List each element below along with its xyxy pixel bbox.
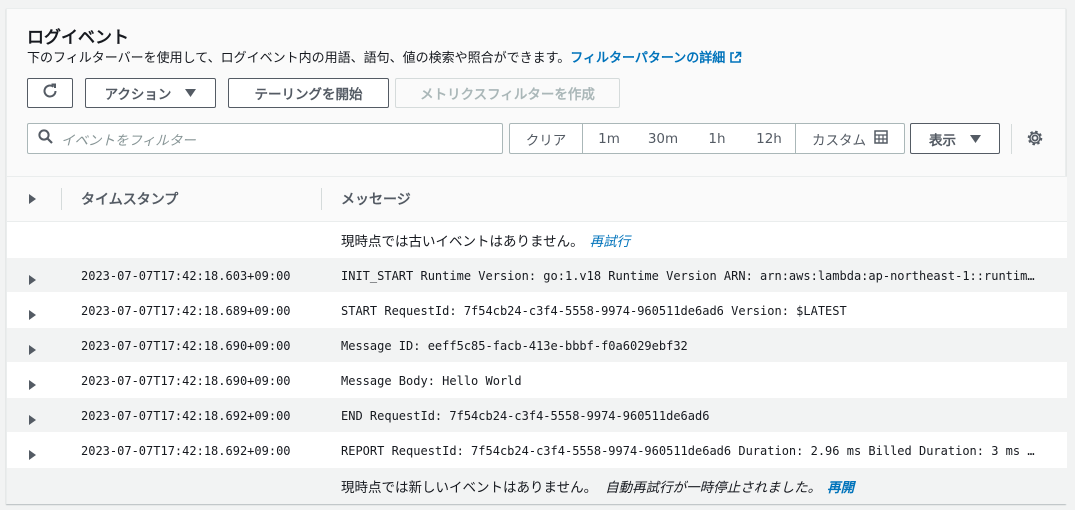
newer-events-text: 現時点では新しいイベントはありません。: [341, 480, 598, 496]
row-message: Message Body: Hello World: [341, 373, 522, 388]
auto-retry-paused-text: 自動再試行が一時停止されました。: [605, 480, 822, 496]
caret-down-icon: [970, 131, 981, 147]
table-row[interactable]: 2023-07-07T17:42:18.692+09:00 END Reques…: [7, 398, 1067, 433]
row-message: Message ID: eeff5c85-facb-413e-bbbf-f0a6…: [341, 338, 688, 353]
custom-range-label: カスタム: [812, 132, 866, 149]
custom-range-button[interactable]: カスタム: [795, 124, 904, 153]
panel-header: ログイベント 下のフィルターバーを使用して、ログイベント内の用語、語句、値の検索…: [27, 27, 742, 70]
expand-row-icon[interactable]: [29, 270, 36, 289]
row-timestamp: 2023-07-07T17:42:18.690+09:00: [81, 338, 291, 353]
older-events-notice: 現時点では古いイベントはありません。 再試行: [7, 222, 1067, 258]
external-link-icon: [729, 51, 742, 70]
row-message: END RequestId: 7f54cb24-c3f4-5558-9974-9…: [341, 408, 710, 423]
time-range-selector: クリア 1m 30m 1h 12h カスタム: [509, 123, 905, 154]
range-1m[interactable]: 1m: [583, 124, 635, 153]
description-text: 下のフィルターバーを使用して、ログイベント内の用語、語句、値の検索や照合ができま…: [27, 51, 571, 66]
display-button[interactable]: 表示: [910, 123, 1000, 154]
caret-right-icon: [29, 194, 36, 204]
table-row[interactable]: 2023-07-07T17:42:18.689+09:00 START Requ…: [7, 293, 1067, 328]
resume-link[interactable]: 再開: [827, 476, 854, 496]
row-message: START RequestId: 7f54cb24-c3f4-5558-9974…: [341, 303, 847, 318]
row-timestamp: 2023-07-07T17:42:18.692+09:00: [81, 443, 291, 458]
newer-events-notice: 現時点では新しいイベントはありません。 自動再試行が一時停止されました。 再開: [7, 468, 1067, 504]
older-events-text: 現時点では古いイベントはありません。: [341, 234, 584, 250]
filter-placeholder: イベントをフィルター: [61, 132, 196, 149]
table-row[interactable]: 2023-07-07T17:42:18.692+09:00 REPORT Req…: [7, 433, 1067, 468]
actions-button[interactable]: アクション: [85, 78, 216, 108]
log-events-panel: ログイベント 下のフィルターバーを使用して、ログイベント内の用語、語句、値の検索…: [6, 8, 1067, 504]
filter-pattern-details-link[interactable]: フィルターパターンの詳細: [570, 51, 725, 66]
table-row[interactable]: 2023-07-07T17:42:18.690+09:00 Message ID…: [7, 328, 1067, 363]
start-tailing-button[interactable]: テーリングを開始: [228, 78, 389, 108]
range-30m[interactable]: 30m: [635, 124, 691, 153]
range-12h[interactable]: 12h: [743, 124, 795, 153]
column-divider: [61, 188, 62, 210]
row-timestamp: 2023-07-07T17:42:18.692+09:00: [81, 408, 291, 423]
row-message: REPORT RequestId: 7f54cb24-c3f4-5558-997…: [341, 443, 1041, 458]
create-metric-filter-button[interactable]: メトリクスフィルターを作成: [395, 78, 620, 108]
page-title: ログイベント: [27, 28, 129, 48]
log-events-table: タイムスタンプ メッセージ 現時点では古いイベントはありません。 再試行 202…: [7, 176, 1067, 504]
expand-row-icon[interactable]: [29, 340, 36, 359]
toolbar-divider: [1011, 124, 1012, 154]
row-timestamp: 2023-07-07T17:42:18.689+09:00: [81, 303, 291, 318]
range-1h[interactable]: 1h: [691, 124, 743, 153]
column-header-message[interactable]: メッセージ: [341, 177, 411, 221]
expand-row-icon[interactable]: [29, 445, 36, 464]
refresh-button[interactable]: [27, 78, 73, 108]
column-header-timestamp[interactable]: タイムスタンプ: [81, 177, 178, 221]
display-label: 表示: [929, 132, 956, 149]
clear-range-button[interactable]: クリア: [510, 124, 583, 153]
column-divider: [321, 188, 322, 210]
table-row[interactable]: 2023-07-07T17:42:18.603+09:00 INIT_START…: [7, 258, 1067, 293]
refresh-icon: [41, 82, 59, 104]
row-timestamp: 2023-07-07T17:42:18.603+09:00: [81, 268, 291, 283]
search-icon: [38, 129, 53, 148]
expand-row-icon[interactable]: [29, 305, 36, 324]
page-description: 下のフィルターバーを使用して、ログイベント内の用語、語句、値の検索や照合ができま…: [27, 50, 742, 70]
caret-down-icon: [185, 85, 197, 101]
retry-link[interactable]: 再試行: [590, 230, 631, 250]
expand-row-icon[interactable]: [29, 375, 36, 394]
actions-label: アクション: [104, 87, 172, 103]
table-row[interactable]: 2023-07-07T17:42:18.690+09:00 Message Bo…: [7, 363, 1067, 398]
expand-row-icon[interactable]: [29, 410, 36, 429]
row-message: INIT_START Runtime Version: go:1.v18 Run…: [341, 268, 1041, 283]
filter-events-input[interactable]: イベントをフィルター: [27, 123, 503, 154]
row-timestamp: 2023-07-07T17:42:18.690+09:00: [81, 373, 291, 388]
expand-all-toggle[interactable]: [29, 177, 36, 221]
table-header: タイムスタンプ メッセージ: [7, 176, 1067, 222]
settings-gear-icon[interactable]: [1026, 129, 1044, 151]
calendar-icon: [874, 129, 888, 148]
